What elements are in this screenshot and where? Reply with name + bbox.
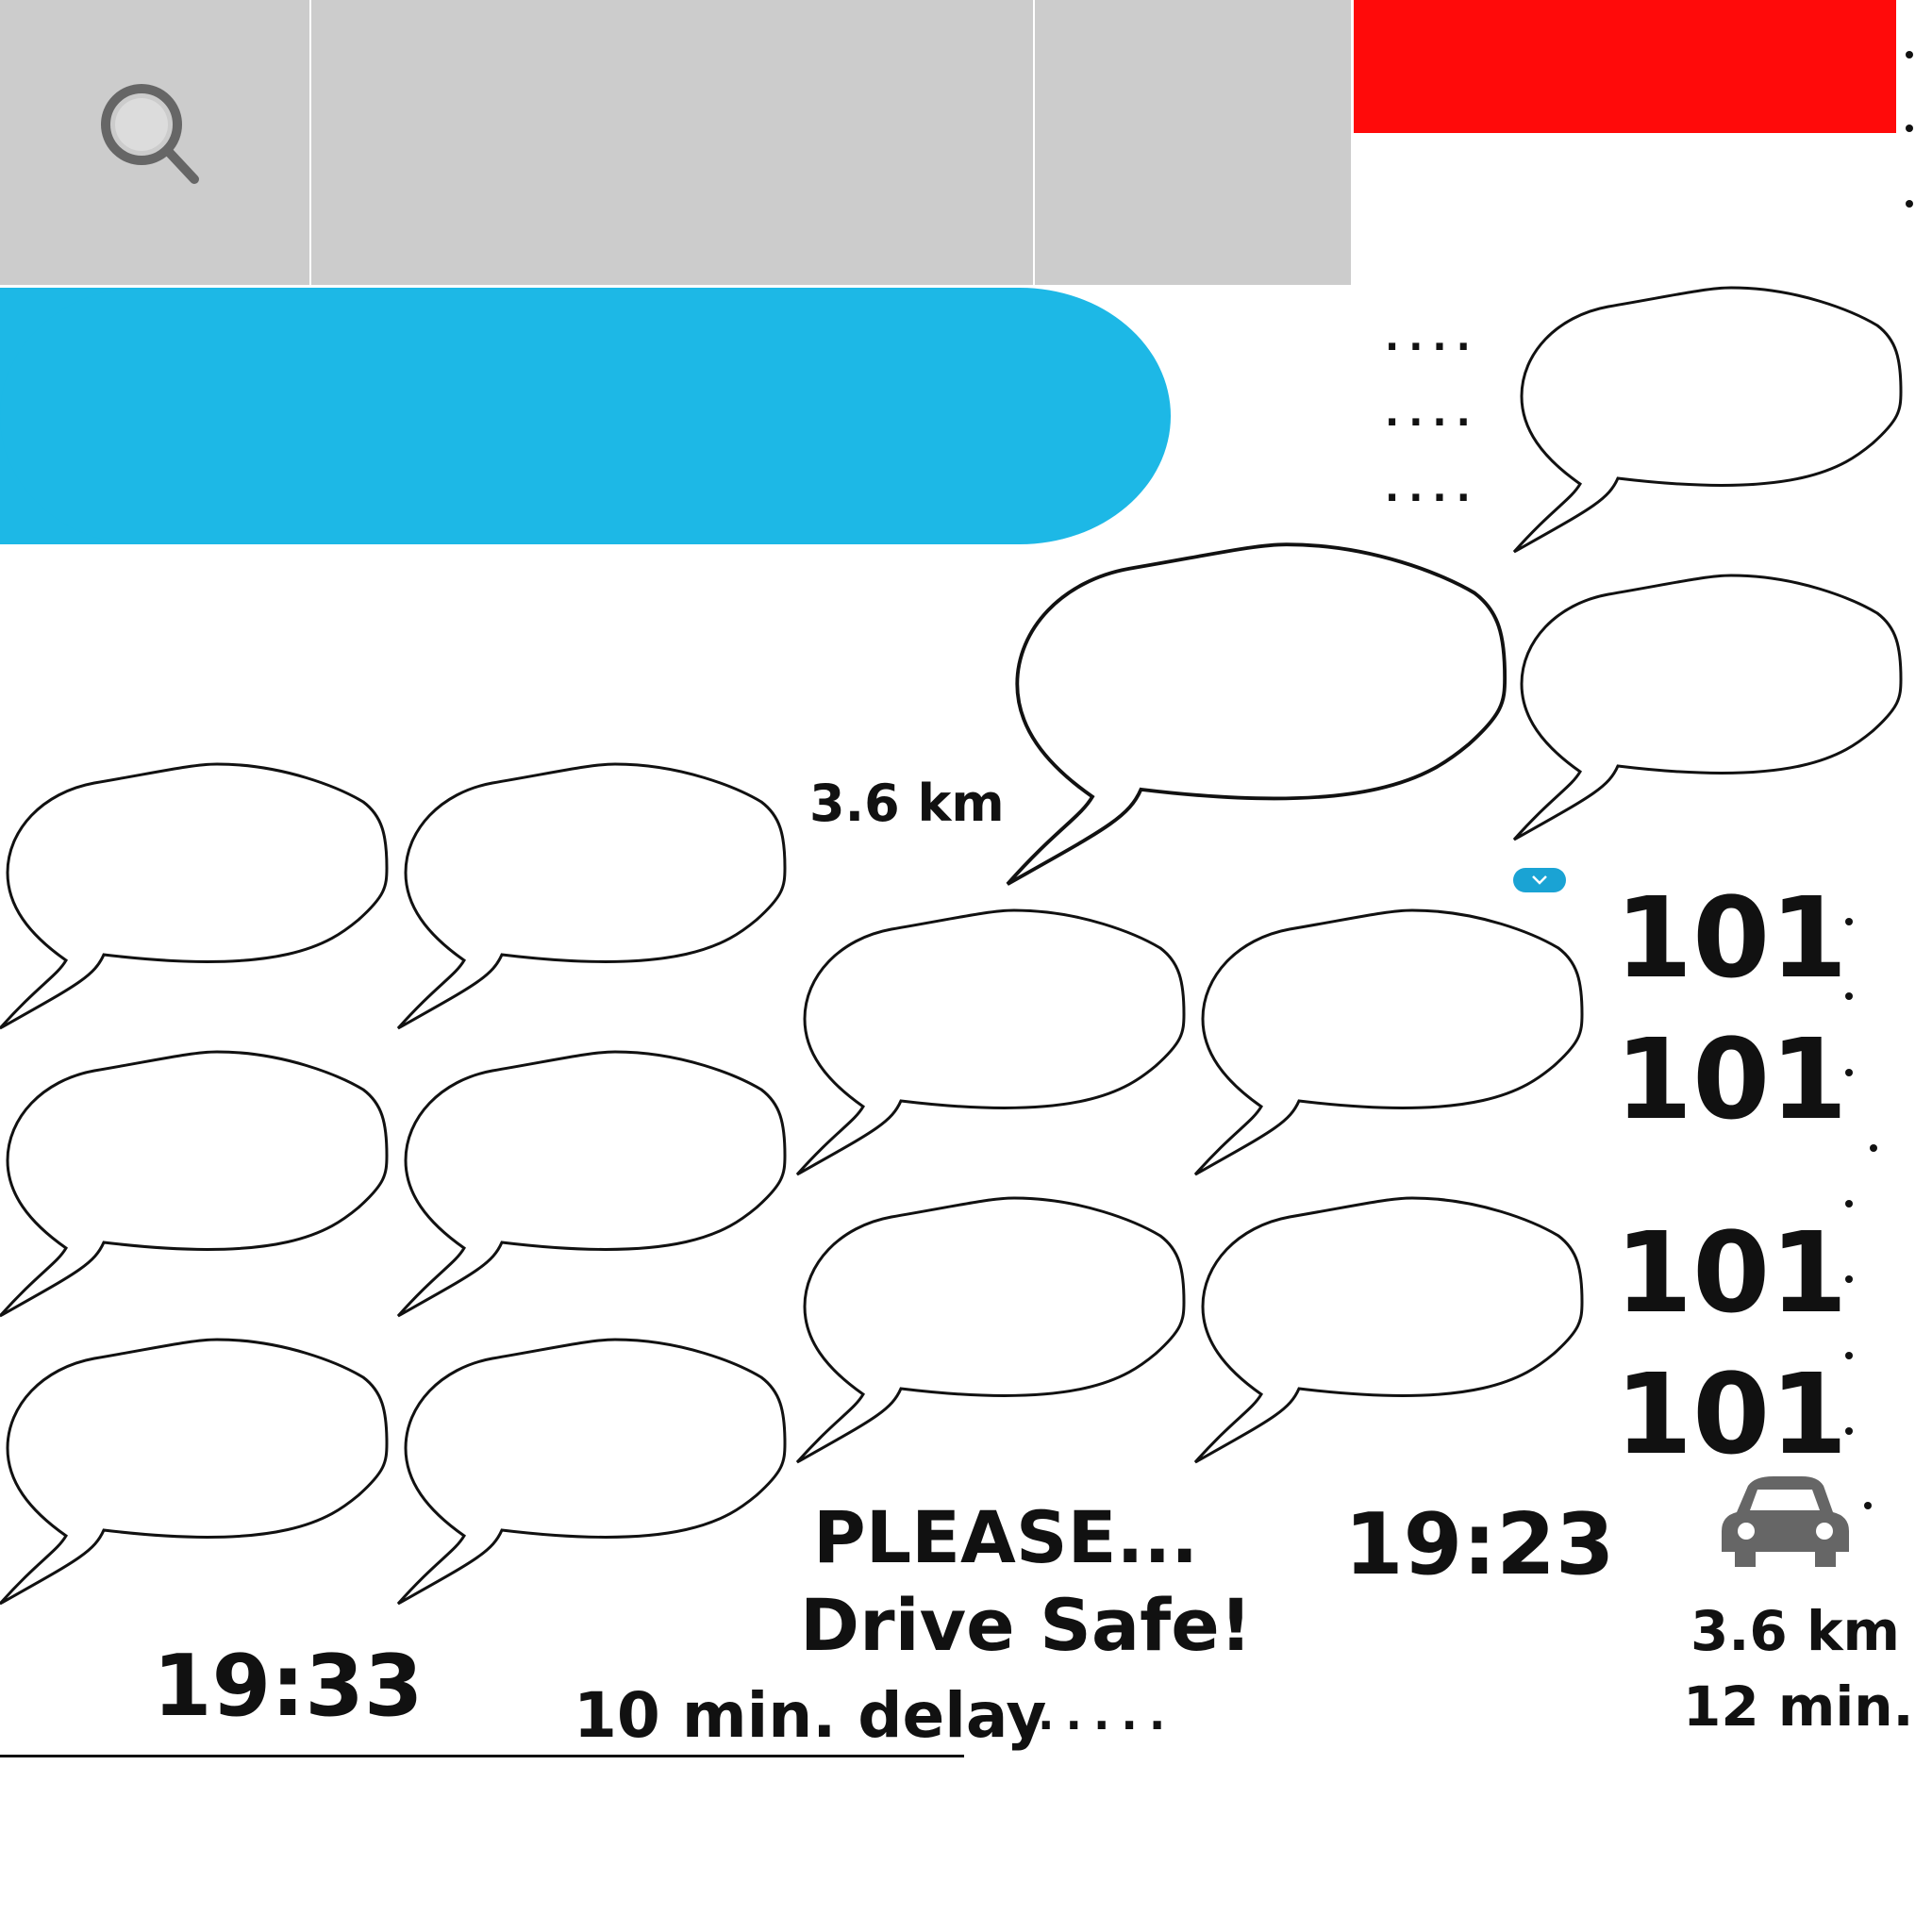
search-icon: [101, 84, 199, 184]
speech-bubble[interactable]: [1006, 542, 1517, 910]
menu-dot[interactable]: [1906, 200, 1913, 208]
search-button[interactable]: [0, 0, 309, 285]
route-number: 101: [1615, 1349, 1848, 1479]
distance-summary: 3.6 km: [1690, 1599, 1900, 1663]
current-time: 19:23: [1344, 1495, 1615, 1594]
distance-label: 3.6 km: [809, 774, 1005, 833]
dot: [1845, 1275, 1853, 1283]
route-number: 101: [1615, 1014, 1848, 1144]
speech-bubble[interactable]: [396, 762, 794, 1047]
divider: [0, 1755, 964, 1757]
speech-bubble[interactable]: [1193, 908, 1591, 1193]
speech-bubble[interactable]: [795, 908, 1193, 1193]
speech-bubble[interactable]: [795, 1196, 1193, 1481]
chevron-down-icon: [1532, 875, 1547, 885]
dot: [1845, 1352, 1853, 1359]
message-line-2: Drive Safe!: [800, 1583, 1253, 1667]
dot: [1845, 1200, 1853, 1208]
speech-bubble[interactable]: [1512, 286, 1910, 571]
dot: [1864, 1502, 1872, 1509]
dot: [1845, 1427, 1853, 1435]
toolbar-segment-center[interactable]: [311, 0, 1033, 285]
dot: [1845, 918, 1853, 925]
speech-bubble[interactable]: [0, 1338, 396, 1623]
car-icon: [1722, 1476, 1849, 1567]
dots-row: ....: [1385, 316, 1480, 359]
speech-bubble[interactable]: [0, 1050, 396, 1335]
dots-row: ....: [1385, 391, 1480, 435]
delay-label: 10 min. delay: [574, 1679, 1047, 1752]
speech-bubble[interactable]: [1193, 1196, 1591, 1481]
dots-row: ....: [1385, 467, 1480, 510]
dot: [1870, 1144, 1877, 1152]
speech-bubble[interactable]: [396, 1050, 794, 1335]
duration-summary: 12 min.: [1683, 1674, 1914, 1739]
dot: [1845, 1069, 1853, 1076]
arrival-time: 19:33: [153, 1637, 424, 1736]
speech-bubble[interactable]: [396, 1338, 794, 1623]
alert-banner: [1354, 0, 1896, 133]
dot: [1845, 992, 1853, 1000]
menu-dot[interactable]: [1906, 125, 1913, 132]
expand-button[interactable]: [1513, 868, 1566, 892]
route-number: 101: [1615, 1208, 1848, 1338]
toolbar-segment-right[interactable]: [1035, 0, 1351, 285]
speech-bubble[interactable]: [1512, 574, 1910, 858]
speech-bubble[interactable]: [0, 762, 396, 1047]
delay-dots: .....: [1038, 1689, 1177, 1740]
route-banner[interactable]: [0, 288, 1171, 544]
menu-dot[interactable]: [1906, 51, 1913, 58]
message-line-1: PLEASE...: [813, 1495, 1199, 1579]
route-number: 101: [1615, 873, 1848, 1003]
